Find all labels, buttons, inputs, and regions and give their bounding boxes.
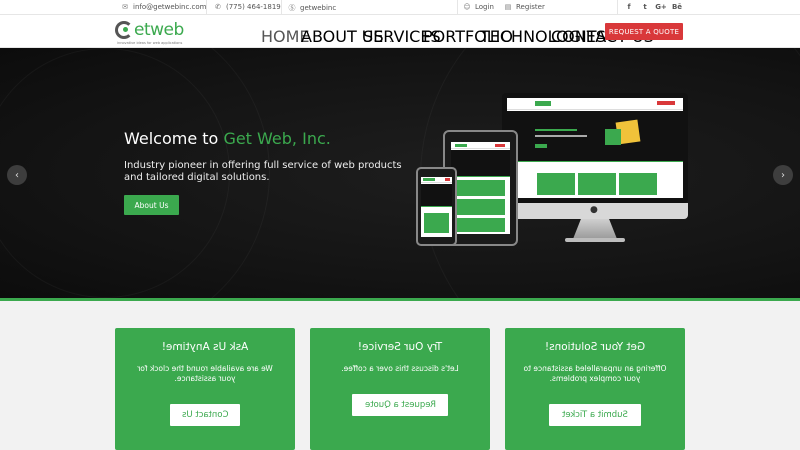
hero-title: Welcome to Get Web, Inc. bbox=[124, 129, 331, 148]
hero-title-prefix: Welcome to bbox=[124, 129, 219, 148]
desktop-mockup bbox=[502, 93, 688, 203]
register-link[interactable]: ▤ Register bbox=[504, 3, 545, 11]
mini-card bbox=[456, 199, 505, 215]
twitter-icon[interactable]: t bbox=[638, 3, 652, 11]
desktop-screen bbox=[507, 98, 683, 198]
mini-hero-line bbox=[535, 135, 587, 137]
card-text: We are available round the clock for you… bbox=[137, 364, 273, 383]
mini-cta bbox=[495, 144, 505, 147]
phone-icon: ✆ bbox=[215, 3, 221, 11]
mini-nav bbox=[451, 142, 510, 150]
mini-nav bbox=[507, 98, 683, 110]
logo[interactable]: etweb innovative ideas for web applicati… bbox=[115, 19, 205, 45]
divider bbox=[281, 0, 282, 15]
skype-text: getwebinc bbox=[300, 4, 337, 12]
mini-card bbox=[424, 213, 449, 233]
logo-g-icon bbox=[115, 21, 133, 39]
mini-cta bbox=[445, 178, 450, 181]
card-title: Try Our Service! bbox=[357, 341, 443, 353]
card-text: Offering an unparalleled assistance to y… bbox=[523, 364, 667, 383]
apple-logo-icon: ● bbox=[590, 205, 598, 215]
divider bbox=[206, 0, 207, 15]
register-text: Register bbox=[516, 3, 545, 11]
phone-mockup bbox=[416, 167, 457, 246]
contact-us-button[interactable]: Contact Us bbox=[170, 404, 240, 426]
google-plus-icon[interactable]: G+ bbox=[654, 3, 668, 11]
hero-bottom-border bbox=[0, 298, 800, 301]
facebook-icon[interactable]: f bbox=[622, 3, 636, 11]
submit-ticket-button[interactable]: Submit a Ticket bbox=[549, 404, 641, 426]
slider-prev-arrow[interactable]: ‹ bbox=[7, 165, 27, 185]
mini-card bbox=[537, 173, 575, 195]
card-title: Get Your Solutions! bbox=[544, 341, 646, 353]
chevron-right-icon: › bbox=[781, 169, 785, 181]
card-get-solutions: Get Your Solutions! Offering an unparall… bbox=[505, 328, 685, 450]
skype-link[interactable]: Ⓢ getwebinc bbox=[288, 3, 337, 13]
mini-gift-graphic bbox=[605, 129, 621, 145]
card-button-label: Submit a Ticket bbox=[562, 410, 628, 420]
main-header: etweb innovative ideas for web applicati… bbox=[0, 15, 800, 48]
email-text: info@getwebinc.com bbox=[133, 3, 207, 11]
logo-text: etweb bbox=[134, 20, 184, 40]
envelope-icon: ✉ bbox=[122, 3, 128, 11]
mini-cta bbox=[657, 101, 675, 105]
mini-divider bbox=[507, 161, 683, 162]
mini-logo bbox=[455, 144, 467, 147]
request-quote-button[interactable]: REQUEST A QUOTE bbox=[605, 23, 683, 40]
slider-next-arrow[interactable]: › bbox=[773, 165, 793, 185]
card-button-label: Request a Quote bbox=[364, 400, 436, 410]
mini-hero-line bbox=[535, 129, 577, 131]
chevron-left-icon: ‹ bbox=[15, 169, 19, 181]
mini-card bbox=[578, 173, 616, 195]
card-try-service: Try Our Service! Let's discuss this over… bbox=[310, 328, 490, 450]
mini-card bbox=[456, 218, 505, 232]
mini-hero bbox=[421, 184, 452, 206]
top-bar: ✉ info@getwebinc.com ✆ (775) 464-1819 Ⓢ … bbox=[0, 0, 800, 15]
hero-subtitle: Industry pioneer in offering full servic… bbox=[124, 160, 402, 183]
register-icon: ▤ bbox=[504, 3, 512, 11]
card-ask-us: Ask Us Anytime! We are available round t… bbox=[115, 328, 295, 450]
mini-hero-btn bbox=[535, 144, 547, 148]
mini-nav bbox=[421, 177, 452, 183]
desktop-base bbox=[565, 238, 625, 242]
logo-tagline: innovative ideas for web applications bbox=[117, 41, 183, 45]
phone-link[interactable]: ✆ (775) 464-1819 bbox=[214, 3, 281, 11]
login-link[interactable]: ☺ Login bbox=[463, 3, 494, 11]
mini-hero bbox=[507, 111, 683, 161]
mini-card bbox=[456, 180, 505, 196]
about-us-button[interactable]: About Us bbox=[124, 195, 179, 215]
mini-hero bbox=[451, 150, 510, 176]
phone-text: (775) 464-1819 bbox=[226, 3, 281, 11]
mini-card bbox=[619, 173, 657, 195]
card-button-label: Contact Us bbox=[181, 410, 229, 420]
divider bbox=[457, 0, 458, 15]
behance-icon[interactable]: Bē bbox=[670, 3, 684, 11]
card-text: Let's discuss this over a coffee. bbox=[341, 364, 459, 373]
card-title: Ask Us Anytime! bbox=[161, 341, 249, 353]
request-quote-card-button[interactable]: Request a Quote bbox=[352, 394, 448, 416]
tablet-screen bbox=[451, 142, 510, 234]
divider bbox=[617, 0, 618, 15]
mini-divider bbox=[451, 176, 510, 177]
hero-title-highlight: Get Web, Inc. bbox=[223, 129, 331, 148]
phone-screen bbox=[421, 177, 452, 237]
mini-logo bbox=[423, 178, 435, 181]
mini-logo bbox=[535, 101, 551, 106]
skype-icon: Ⓢ bbox=[288, 4, 296, 12]
mini-divider bbox=[421, 206, 452, 207]
email-link[interactable]: ✉ info@getwebinc.com bbox=[121, 3, 207, 11]
user-icon: ☺ bbox=[463, 3, 471, 11]
login-text: Login bbox=[475, 3, 494, 11]
